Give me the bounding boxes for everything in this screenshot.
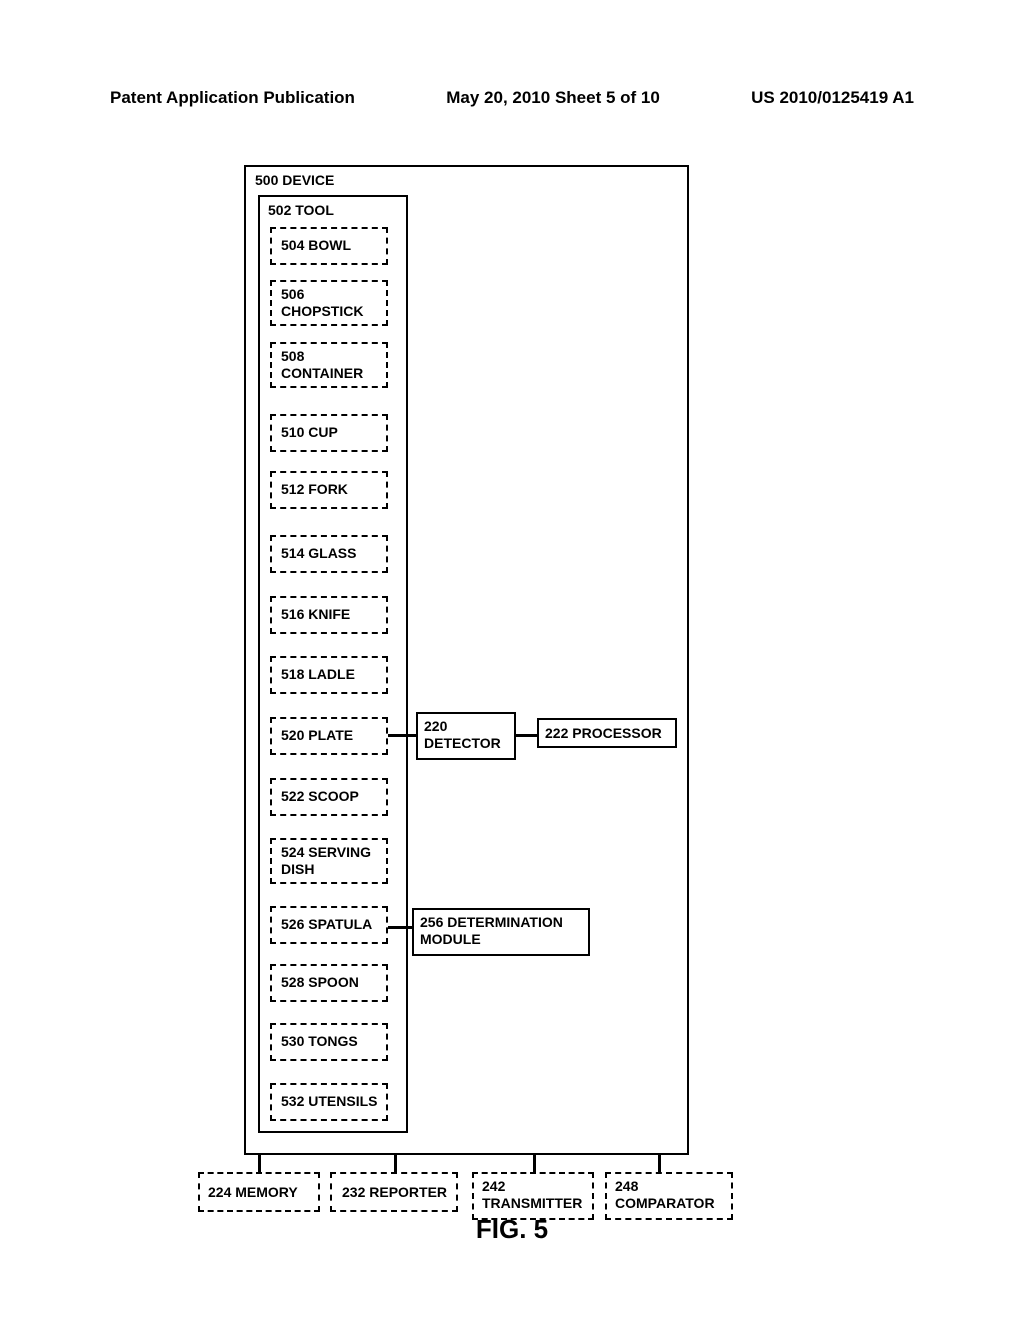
- item-spoon-label: 528 SPOON: [281, 974, 359, 991]
- connector-spatula-determination: [388, 926, 412, 929]
- item-plate-label: 520 PLATE: [281, 727, 353, 744]
- item-serving-dish-label: 524 SERVING DISH: [281, 844, 381, 878]
- figure-label: FIG. 5: [476, 1214, 548, 1245]
- device-label: 500 DEVICE: [255, 172, 334, 189]
- tool-label: 502 TOOL: [268, 202, 334, 219]
- item-knife-label: 516 KNIFE: [281, 606, 350, 623]
- comparator-label: 248 COMPARATOR: [615, 1178, 725, 1212]
- item-spatula-label: 526 SPATULA: [281, 916, 372, 933]
- header-left: Patent Application Publication: [110, 88, 355, 108]
- item-utensils-label: 532 UTENSILS: [281, 1093, 377, 1110]
- connector-plate-detector: [388, 734, 416, 737]
- item-container-label: 508 CONTAINER: [281, 348, 381, 382]
- reporter-label: 232 REPORTER: [342, 1184, 447, 1201]
- connector-transmitter: [533, 1155, 536, 1172]
- processor-label: 222 PROCESSOR: [545, 725, 662, 742]
- item-scoop-label: 522 SCOOP: [281, 788, 359, 805]
- memory-label: 224 MEMORY: [208, 1184, 298, 1201]
- header-right: US 2010/0125419 A1: [751, 88, 914, 108]
- item-bowl-label: 504 BOWL: [281, 237, 351, 254]
- connector-memory: [258, 1155, 261, 1172]
- item-cup-label: 510 CUP: [281, 424, 338, 441]
- determination-label: 256 DETERMINATION MODULE: [420, 914, 590, 948]
- connector-comparator: [658, 1155, 661, 1172]
- item-fork-label: 512 FORK: [281, 481, 348, 498]
- detector-label: 220 DETECTOR: [424, 718, 514, 752]
- header-center: May 20, 2010 Sheet 5 of 10: [446, 88, 660, 108]
- connector-detector-processor: [516, 734, 537, 737]
- item-glass-label: 514 GLASS: [281, 545, 356, 562]
- page-header: Patent Application Publication May 20, 2…: [0, 88, 1024, 108]
- transmitter-label: 242 TRANSMITTER: [482, 1178, 592, 1212]
- item-ladle-label: 518 LADLE: [281, 666, 355, 683]
- connector-reporter: [394, 1155, 397, 1172]
- item-chopstick-label: 506 CHOPSTICK: [281, 286, 381, 320]
- item-tongs-label: 530 TONGS: [281, 1033, 358, 1050]
